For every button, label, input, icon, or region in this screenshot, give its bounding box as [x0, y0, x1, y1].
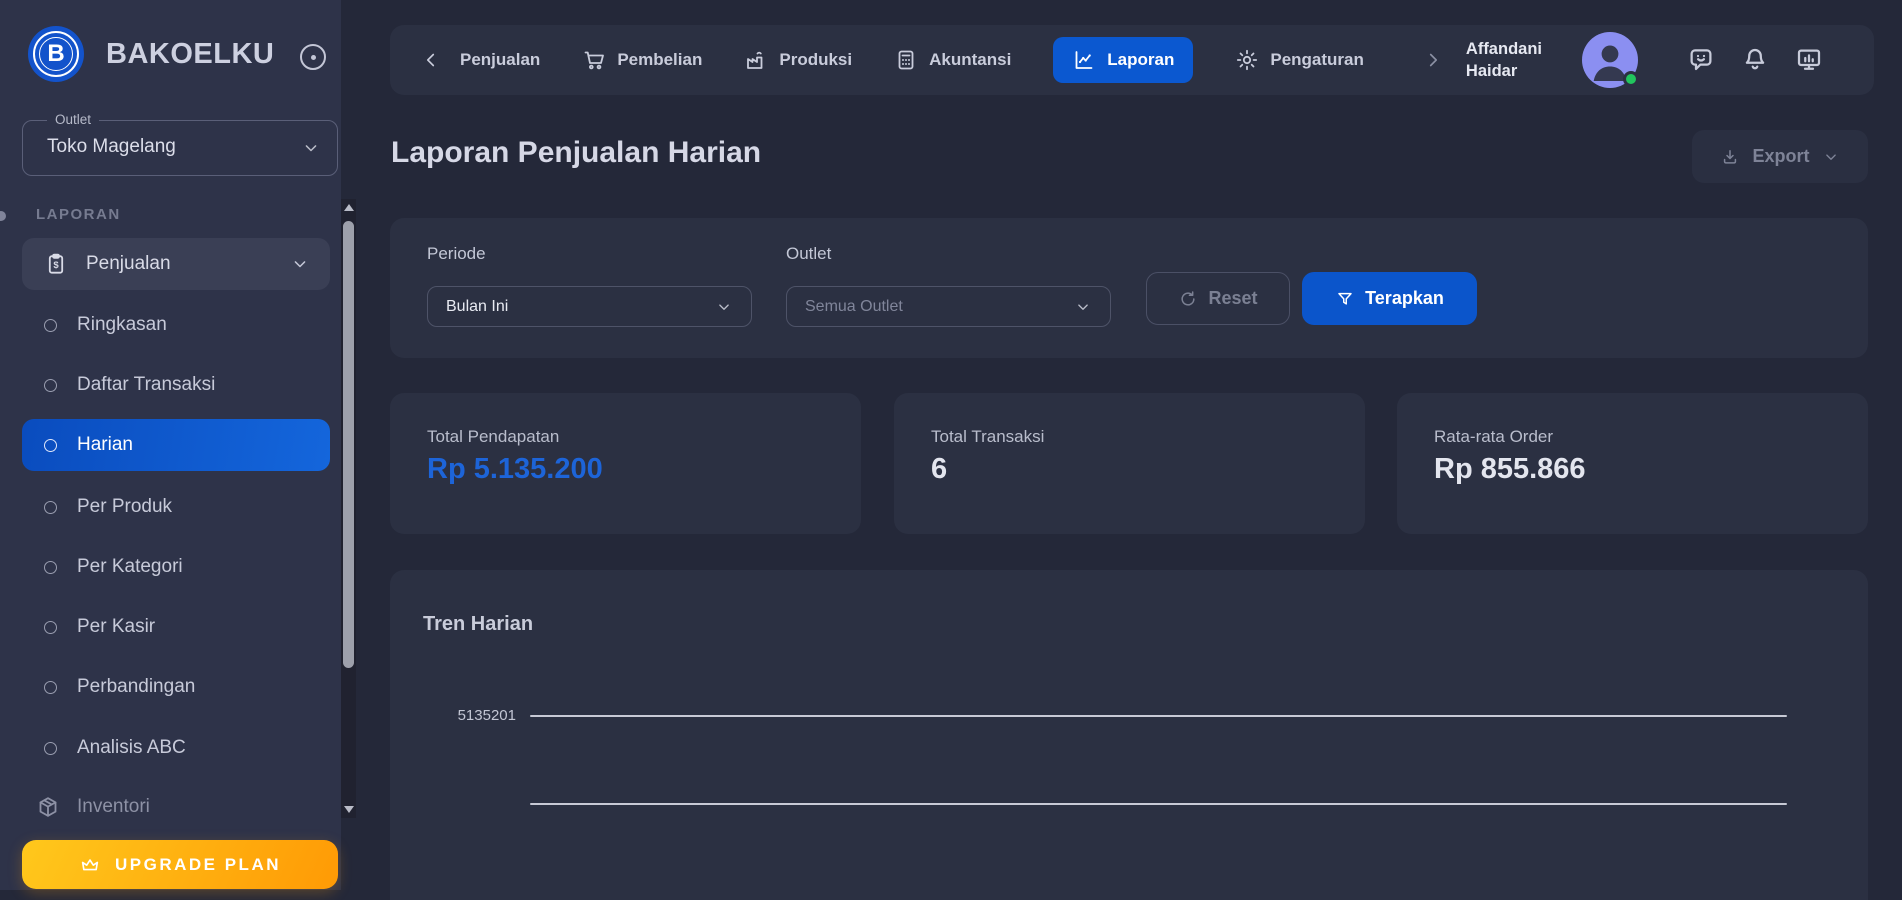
- y-axis-tick-label: 5135201: [446, 707, 516, 724]
- filter-card: Periode Bulan Ini Outlet Semua Outlet Re…: [390, 218, 1868, 358]
- sidebar-item-per-kasir[interactable]: Per Kasir: [22, 601, 330, 653]
- stat-value: Rp 855.866: [1434, 453, 1586, 486]
- sidebar-section: LAPORAN: [0, 206, 341, 226]
- scroll-up-arrow-icon[interactable]: [344, 204, 354, 211]
- tab-pembelian[interactable]: Pembelian: [582, 48, 702, 72]
- cart-icon: [582, 48, 606, 72]
- sidebar-item-daftar-transaksi[interactable]: Daftar Transaksi: [22, 359, 330, 411]
- tab-laporan[interactable]: Laporan: [1053, 37, 1193, 83]
- tabs-scroll-right-icon[interactable]: [1422, 49, 1444, 71]
- sidebar-item-penjualan[interactable]: Penjualan: [22, 238, 330, 290]
- stat-card-total-pendapatan: Total Pendapatan Rp 5.135.200: [390, 393, 861, 534]
- outlet-filter-label: Outlet: [786, 244, 831, 264]
- sidebar-item-inventori[interactable]: Inventori: [22, 781, 330, 833]
- section-indicator-dot: [0, 211, 6, 221]
- stat-card-total-transaksi: Total Transaksi 6: [894, 393, 1365, 534]
- tab-akuntansi[interactable]: Akuntansi: [894, 48, 1011, 72]
- scrollbar-thumb[interactable]: [343, 221, 354, 668]
- display-mode-button[interactable]: [1794, 45, 1824, 75]
- sidebar-item-analisis-abc[interactable]: Analisis ABC: [22, 722, 330, 774]
- tab-pengaturan[interactable]: Pengaturan: [1235, 48, 1364, 72]
- chat-smile-icon: [1686, 45, 1716, 75]
- upgrade-plan-button[interactable]: UPGRADE PLAN: [22, 840, 338, 889]
- gear-icon: [1235, 48, 1259, 72]
- top-navigation-bar: Penjualan Pembelian Produksi Akuntansi L…: [390, 25, 1874, 95]
- stat-value: Rp 5.135.200: [427, 453, 603, 486]
- radio-circle-icon: [44, 742, 57, 755]
- chart-axis-baseline: [530, 803, 1787, 805]
- calculator-icon: [894, 48, 918, 72]
- sidebar-collapse-toggle-icon[interactable]: [300, 44, 326, 70]
- chevron-down-icon: [301, 138, 321, 158]
- crown-icon: [79, 854, 101, 876]
- radio-circle-icon: [44, 379, 57, 392]
- radio-circle-icon: [44, 561, 57, 574]
- topbar-right-zone: Affandani Haidar: [1422, 32, 1824, 88]
- factory-icon: [744, 48, 768, 72]
- sidebar: B BAKOELKU Outlet Toko Magelang LAPORAN …: [0, 0, 341, 890]
- tab-penjualan[interactable]: Penjualan: [460, 50, 540, 70]
- export-button[interactable]: Export: [1692, 130, 1868, 183]
- app-window: B BAKOELKU Outlet Toko Magelang LAPORAN …: [0, 0, 1902, 900]
- chevron-down-icon: [715, 298, 733, 316]
- radio-circle-icon: [44, 319, 57, 332]
- package-icon: [36, 795, 60, 819]
- outlet-filter-select[interactable]: Semua Outlet: [786, 286, 1111, 327]
- radio-circle-icon: [44, 501, 57, 514]
- online-status-dot: [1623, 71, 1639, 87]
- clipboard-sales-icon: [44, 252, 68, 276]
- chevron-down-icon: [1074, 298, 1092, 316]
- brand-logo-icon: B: [28, 26, 84, 82]
- stat-value: 6: [931, 453, 947, 486]
- reset-button[interactable]: Reset: [1146, 272, 1290, 325]
- sidebar-scrollbar[interactable]: [341, 199, 356, 818]
- radio-circle-icon: [44, 681, 57, 694]
- chevron-down-icon: [290, 254, 310, 274]
- brand: B BAKOELKU: [28, 26, 274, 82]
- sidebar-item-perbandingan[interactable]: Perbandingan: [22, 661, 330, 713]
- download-icon: [1720, 147, 1740, 167]
- radio-circle-icon: [44, 621, 57, 634]
- tabs-scroll-left-icon[interactable]: [420, 49, 442, 71]
- sidebar-item-per-kategori[interactable]: Per Kategori: [22, 541, 330, 593]
- outlet-selector-label: Outlet: [47, 112, 99, 127]
- sidebar-item-ringkasan[interactable]: Ringkasan: [22, 299, 330, 351]
- tab-produksi[interactable]: Produksi: [744, 48, 852, 72]
- chat-feedback-button[interactable]: [1686, 45, 1716, 75]
- scroll-down-arrow-icon[interactable]: [344, 806, 354, 813]
- outlet-selector-value: Toko Magelang: [47, 136, 176, 158]
- monitor-icon: [1794, 45, 1824, 75]
- chevron-down-icon: [1822, 148, 1840, 166]
- chart-title: Tren Harian: [423, 613, 533, 636]
- periode-label: Periode: [427, 244, 486, 264]
- periode-select[interactable]: Bulan Ini: [427, 286, 752, 327]
- sidebar-item-harian[interactable]: Harian: [22, 419, 330, 471]
- chart-gridline-top: [530, 715, 1787, 717]
- user-name: Affandani Haidar: [1466, 38, 1542, 83]
- refresh-icon: [1178, 289, 1198, 309]
- daily-trend-chart-card: Tren Harian 5135201: [390, 570, 1868, 900]
- outlet-selector[interactable]: Outlet Toko Magelang: [22, 120, 338, 176]
- sidebar-item-per-produk[interactable]: Per Produk: [22, 481, 330, 533]
- radio-circle-icon: [44, 439, 57, 452]
- bell-icon: [1740, 45, 1770, 75]
- avatar[interactable]: [1582, 32, 1638, 88]
- sidebar-section-label: LAPORAN: [36, 206, 121, 223]
- module-tabs: Penjualan Pembelian Produksi Akuntansi L…: [460, 37, 1364, 83]
- apply-filter-button[interactable]: Terapkan: [1302, 272, 1477, 325]
- page-title: Laporan Penjualan Harian: [391, 136, 761, 170]
- brand-name: BAKOELKU: [106, 38, 274, 71]
- funnel-icon: [1335, 289, 1355, 309]
- notifications-button[interactable]: [1740, 45, 1770, 75]
- chart-icon: [1072, 48, 1096, 72]
- stat-card-rata-rata-order: Rata-rata Order Rp 855.866: [1397, 393, 1868, 534]
